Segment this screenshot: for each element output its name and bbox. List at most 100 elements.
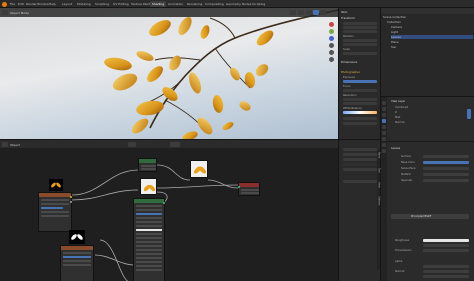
bsdf-output-socket[interactable] <box>163 202 165 204</box>
location-field-z[interactable] <box>343 30 377 33</box>
menu-edit[interactable]: Edit <box>18 2 24 6</box>
mode-selector[interactable]: Object Mode <box>10 11 29 15</box>
rotation-field[interactable] <box>343 39 377 42</box>
scale-field[interactable] <box>343 52 377 55</box>
output-tab-icon[interactable] <box>382 113 386 117</box>
surface-row-label: Surface <box>401 155 411 158</box>
color-output-socket[interactable] <box>70 196 72 198</box>
principled-bsdf-node[interactable] <box>133 198 165 281</box>
pass-mist[interactable]: Mist <box>395 116 400 119</box>
3d-viewport[interactable]: Object Mode <box>0 8 338 139</box>
pan-icon[interactable] <box>329 50 334 55</box>
shading-rendered-icon[interactable] <box>313 10 319 15</box>
outliner-row-plane[interactable]: Plane <box>391 40 473 44</box>
zoom-icon[interactable] <box>329 43 334 48</box>
outliner-row-sun[interactable]: Sun <box>391 45 473 49</box>
workspace-tab-rendering[interactable]: Rendering <box>185 1 204 7</box>
render-tab-icon[interactable] <box>382 107 386 111</box>
z-axis-icon[interactable] <box>329 36 334 41</box>
y-axis-icon[interactable] <box>329 29 334 34</box>
workspace-tab-scripting[interactable]: Scripting <box>250 1 267 7</box>
surface-input-socket[interactable] <box>238 186 240 188</box>
sidebar-tab-node[interactable]: Node <box>378 152 381 158</box>
workspace-tab-texture-paint[interactable]: Texture Paint <box>129 1 152 7</box>
workspace-tab-geometry-nodes[interactable]: Geometry Nodes <box>224 1 253 7</box>
menu-render[interactable]: Render <box>26 2 37 6</box>
rotation-field-y[interactable] <box>343 43 377 46</box>
world-tab-icon[interactable] <box>382 131 386 135</box>
workspace-tab-modeling[interactable]: Modeling <box>75 1 93 7</box>
resolution-field[interactable] <box>343 98 377 101</box>
scrollbar[interactable] <box>467 109 471 119</box>
material-output-node[interactable] <box>238 182 260 196</box>
xray-icon[interactable] <box>298 10 304 15</box>
alpha-texture-node[interactable] <box>60 230 94 281</box>
outliner-row-camera[interactable]: Camera <box>391 25 473 29</box>
editor-type-icon[interactable] <box>2 10 8 15</box>
sidebar-tab-view[interactable]: View <box>378 182 381 188</box>
material-slot-name[interactable]: Leaves <box>391 147 400 150</box>
workspace-tab-sculpting[interactable]: Sculpting <box>93 1 111 7</box>
workspace-tab-layout[interactable]: Layout <box>60 1 74 7</box>
npanel-section-transform[interactable]: Transform <box>341 16 379 20</box>
clearcoat-field[interactable] <box>423 274 469 278</box>
object-tab-icon[interactable] <box>382 137 386 141</box>
menu-window[interactable]: Window <box>37 2 49 6</box>
preview-node-right[interactable] <box>190 160 208 178</box>
white-balance-slider[interactable] <box>343 111 377 114</box>
tool-tab-icon[interactable] <box>382 101 386 105</box>
specular-field[interactable] <box>423 178 469 182</box>
menu-file[interactable]: File <box>10 2 15 6</box>
view-layer-label: View Layer <box>391 100 406 103</box>
outliner-row-light[interactable]: Light <box>391 30 473 34</box>
workspace-tab-compositing[interactable]: Compositing <box>203 1 226 7</box>
workspace-tab-uv-editing[interactable]: UV Editing <box>111 1 131 7</box>
transmission-field[interactable] <box>423 248 469 252</box>
menu-help[interactable]: Help <box>49 2 56 6</box>
lens-field[interactable] <box>343 122 377 125</box>
shader-node-editor[interactable]: Object <box>0 139 338 281</box>
alpha-field[interactable] <box>423 264 469 268</box>
camera-view-icon[interactable] <box>329 57 334 62</box>
navigation-gizmo[interactable] <box>329 22 335 62</box>
pass-combined[interactable]: Combined <box>395 106 408 109</box>
exposure-field[interactable] <box>343 80 377 83</box>
tint-field[interactable] <box>343 117 377 120</box>
outliner-scene-collection[interactable]: Scene Collection <box>383 15 473 19</box>
location-field-y[interactable] <box>343 26 377 29</box>
view-layer-tab-icon[interactable] <box>382 119 386 123</box>
outliner-row-leaves[interactable]: Leaves <box>391 35 473 39</box>
scene-tab-icon[interactable] <box>382 125 386 129</box>
overlay-icon[interactable] <box>290 10 296 15</box>
shading-solid-icon[interactable] <box>306 10 312 15</box>
modifier-tab-icon[interactable] <box>382 143 386 147</box>
sidebar-tab-options[interactable]: Options <box>378 196 381 205</box>
x-axis-icon[interactable] <box>329 22 334 27</box>
workspace-tab-shading[interactable]: Shading <box>150 1 167 7</box>
normal-field[interactable] <box>423 269 469 273</box>
resolution-field-y[interactable] <box>343 102 377 105</box>
sidebar-tab-tool[interactable]: Tool <box>378 168 381 173</box>
subsurface-field[interactable] <box>423 166 469 170</box>
blender-logo-icon[interactable] <box>2 1 7 7</box>
alpha-output-socket[interactable] <box>70 201 72 203</box>
color-ramp-node[interactable] <box>138 158 157 172</box>
material-tab-icon[interactable] <box>382 149 386 153</box>
focus-field[interactable] <box>343 89 377 92</box>
pass-z[interactable]: Z <box>395 111 397 114</box>
metallic-field[interactable] <box>423 172 469 176</box>
npanel-section-item[interactable]: Item <box>341 10 379 14</box>
surface-shader-field[interactable] <box>423 154 469 158</box>
npanel-section-photographer[interactable]: Photographer <box>341 70 379 74</box>
roughness-field[interactable] <box>423 243 469 247</box>
location-field[interactable] <box>343 22 377 25</box>
shading-material-icon[interactable] <box>320 10 326 15</box>
base-color-field[interactable] <box>423 160 469 164</box>
npanel-section-dimensions[interactable]: Dimensions <box>341 60 379 64</box>
preview-node[interactable] <box>140 178 157 195</box>
workspace-tab-animation[interactable]: Animation <box>166 1 185 7</box>
outliner-row-collection[interactable]: Collection <box>387 20 473 24</box>
image-texture-node[interactable] <box>38 179 72 232</box>
pass-normal[interactable]: Normal <box>395 121 404 124</box>
color-swatch-white[interactable] <box>423 238 469 242</box>
